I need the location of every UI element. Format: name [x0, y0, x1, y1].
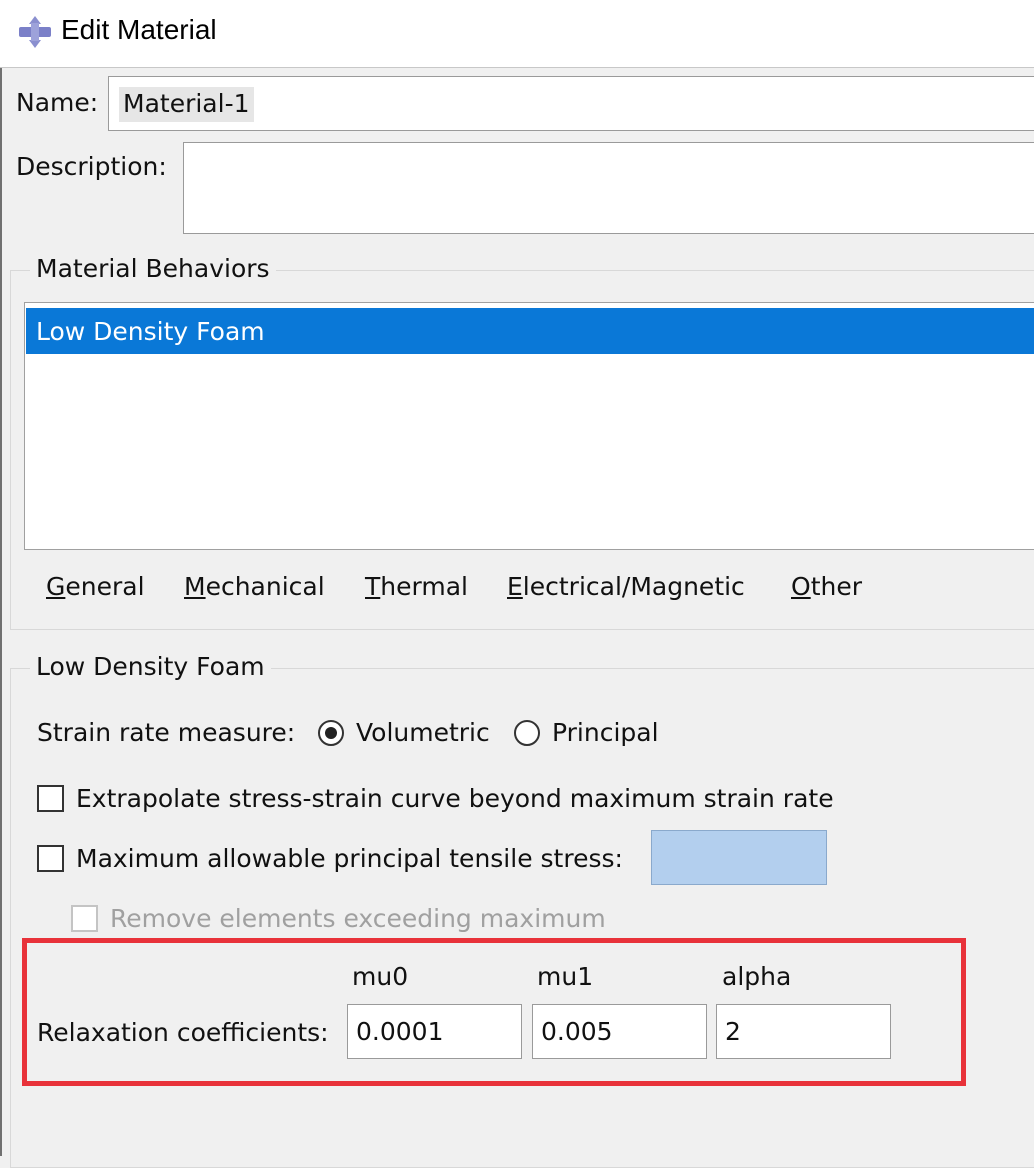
description-label: Description:: [16, 152, 167, 181]
menu-thermal-label: hermal: [380, 572, 468, 601]
menu-other-mnemonic: O: [791, 572, 811, 601]
radio-volumetric[interactable]: [318, 720, 344, 746]
menu-electrical-magnetic[interactable]: Electrical/Magnetic: [507, 572, 745, 601]
column-mu0: mu0: [352, 962, 409, 991]
description-input[interactable]: [183, 142, 1034, 234]
material-behaviors-title: Material Behaviors: [30, 254, 276, 283]
alpha-input[interactable]: 2: [716, 1004, 891, 1059]
menu-thermal-mnemonic: T: [365, 572, 381, 601]
strain-rate-label: Strain rate measure:: [37, 718, 296, 747]
name-input[interactable]: Material-1: [108, 76, 1034, 131]
window-title: Edit Material: [61, 14, 217, 45]
mu0-input[interactable]: 0.0001: [347, 1004, 522, 1059]
window-left-border: [0, 68, 2, 1156]
max-tensile-input[interactable]: [651, 830, 827, 885]
column-alpha: alpha: [722, 962, 792, 991]
menu-electrical-label: lectrical/Magnetic: [522, 572, 745, 601]
radio-volumetric-label[interactable]: Volumetric: [356, 718, 490, 747]
relaxation-label: Relaxation coefficients:: [37, 1018, 329, 1047]
name-label: Name:: [16, 88, 99, 117]
menu-general-mnemonic: G: [46, 572, 66, 601]
behavior-item-low-density-foam[interactable]: Low Density Foam: [26, 308, 1034, 354]
menu-mechanical[interactable]: Mechanical: [184, 572, 325, 601]
menu-other[interactable]: Other: [791, 572, 862, 601]
name-value: Material-1: [119, 87, 254, 122]
radio-principal[interactable]: [514, 720, 540, 746]
behavior-item-label: Low Density Foam: [36, 317, 265, 346]
menu-electrical-mnemonic: E: [507, 572, 523, 601]
radio-principal-label[interactable]: Principal: [552, 718, 659, 747]
max-tensile-label[interactable]: Maximum allowable principal tensile stre…: [76, 844, 623, 873]
menu-thermal[interactable]: Thermal: [365, 572, 468, 601]
menu-mechanical-mnemonic: M: [184, 572, 206, 601]
remove-elements-checkbox: [71, 905, 98, 932]
extrapolate-checkbox[interactable]: [37, 785, 64, 812]
column-mu1: mu1: [537, 962, 594, 991]
remove-elements-label: Remove elements exceeding maximum: [110, 904, 606, 933]
behavior-list[interactable]: Low Density Foam: [24, 302, 1034, 550]
mu1-input[interactable]: 0.005: [532, 1004, 707, 1059]
menu-mechanical-label: echanical: [205, 572, 325, 601]
menu-other-label: ther: [810, 572, 862, 601]
menu-general[interactable]: General: [46, 572, 145, 601]
low-density-foam-title: Low Density Foam: [30, 652, 271, 681]
extrapolate-label[interactable]: Extrapolate stress-strain curve beyond m…: [76, 784, 834, 813]
abaqus-material-icon: [19, 16, 51, 48]
max-tensile-checkbox[interactable]: [37, 845, 64, 872]
title-bar: Edit Material: [0, 0, 1034, 68]
menu-general-label: eneral: [65, 572, 145, 601]
